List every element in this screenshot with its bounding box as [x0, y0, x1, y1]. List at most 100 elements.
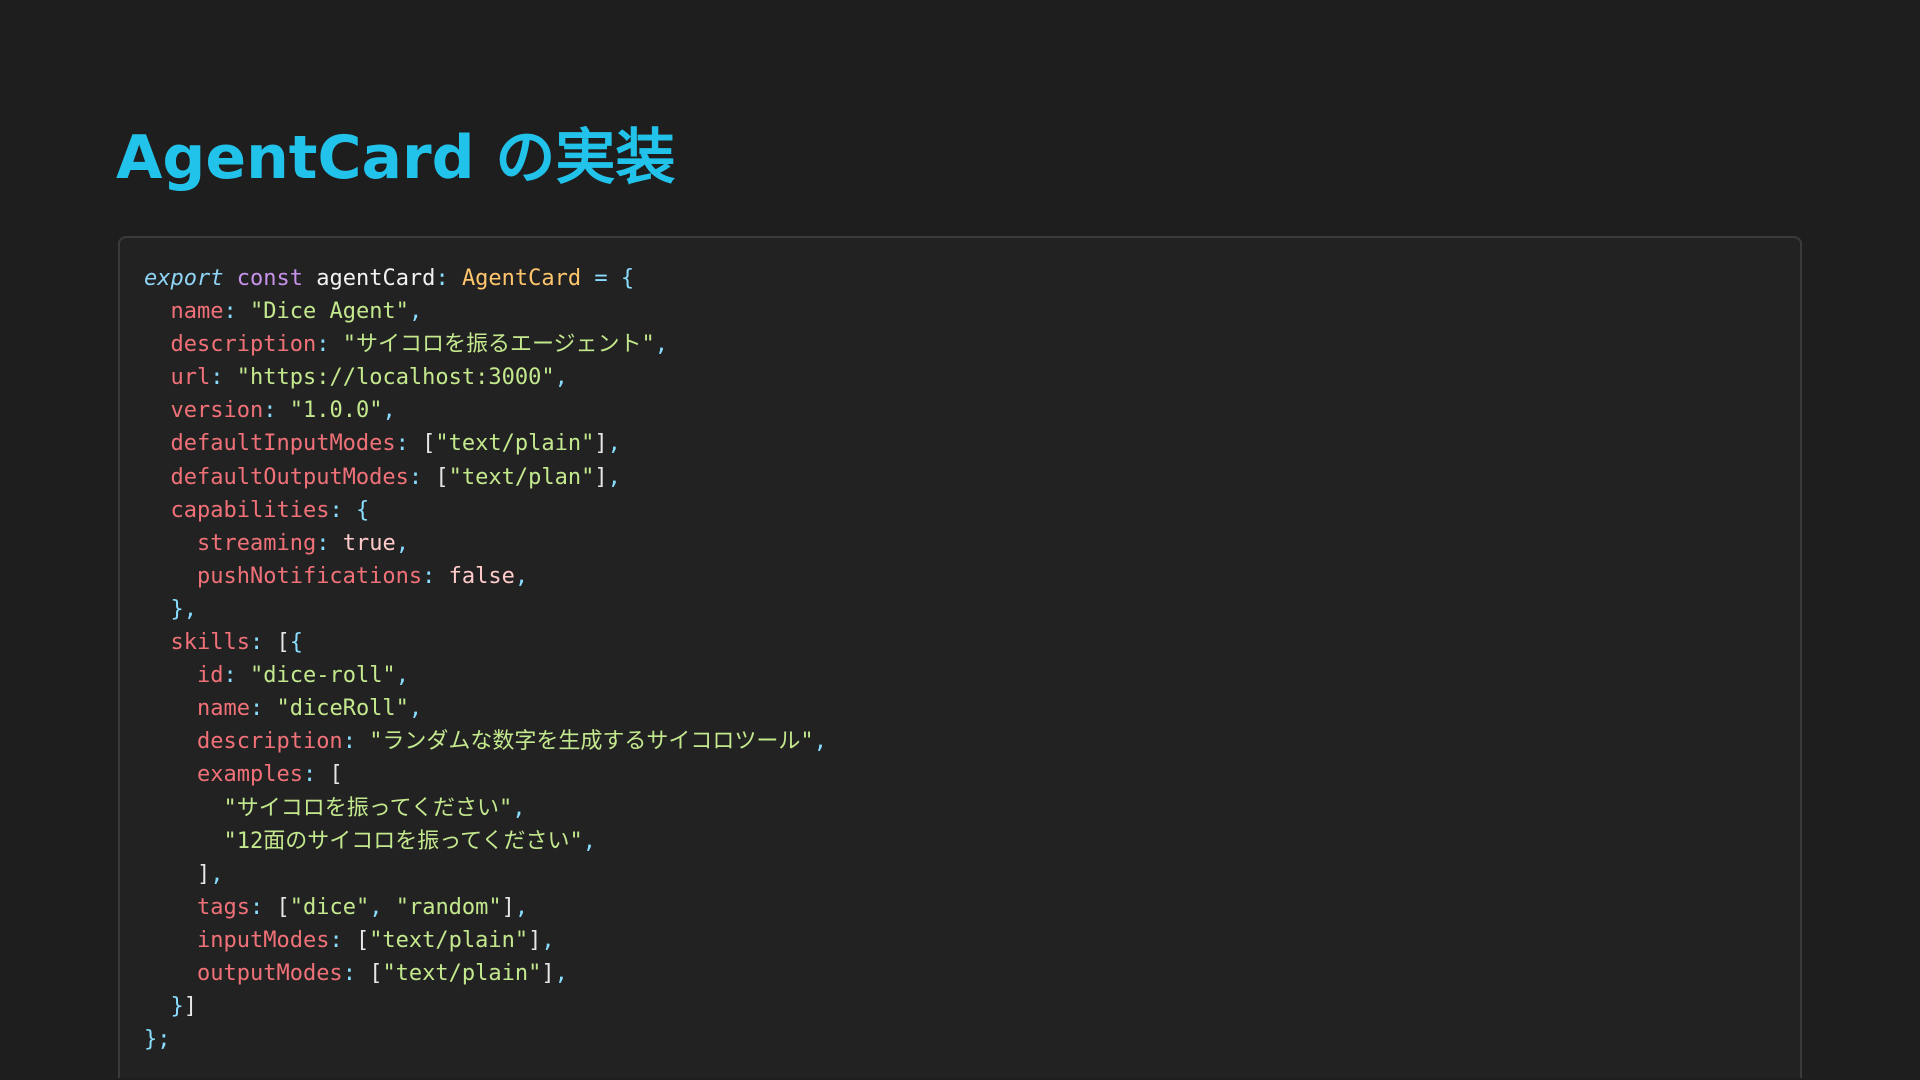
code-line: capabilities: { [144, 494, 1800, 527]
code-token: , [382, 398, 396, 424]
slide-title: AgentCard の実装 [116, 123, 676, 193]
code-token: "text/plan" [448, 464, 595, 490]
code-token: , [408, 299, 423, 325]
code-token: name [196, 696, 250, 722]
code-token: , [541, 927, 555, 953]
code-token: description [196, 729, 343, 755]
code-token: ] [594, 431, 608, 457]
code-token: export [144, 266, 224, 291]
code-line: outputModes: ["text/plain"], [144, 957, 1800, 990]
code-token: "random" [395, 894, 502, 920]
code-token: [ [329, 762, 343, 788]
code-token: , [512, 795, 526, 821]
code-token: ] [528, 927, 542, 953]
code-token: , [607, 464, 621, 490]
code-line: url: "https://localhost:3000", [144, 361, 1800, 394]
code-token: : [316, 530, 330, 556]
code-token: : [223, 299, 237, 325]
code-token: , [554, 960, 568, 986]
code-token: "サイコロを振ってください" [223, 795, 513, 821]
code-token: inputModes [196, 927, 330, 953]
code-line: }, [144, 593, 1800, 626]
code-token: [ [276, 894, 290, 920]
code-token: ] [594, 464, 608, 490]
code-token: defaultInputModes [170, 431, 396, 457]
code-token: : [395, 431, 409, 457]
code-line: inputModes: ["text/plain"], [144, 924, 1800, 957]
code-token: ] [183, 994, 197, 1020]
code-line: defaultOutputModes: ["text/plan"], [144, 461, 1800, 494]
code-token: [ [276, 630, 290, 656]
code-token: "text/plain" [435, 431, 595, 457]
code-token: : [210, 365, 224, 391]
code-token: : [302, 762, 317, 788]
code-token: ] [501, 894, 515, 920]
code-token: ] [196, 861, 211, 887]
code-token: "dice" [289, 894, 370, 920]
slide: AgentCard の実装 export const agentCard: Ag… [0, 0, 1920, 1080]
code-token: defaultOutputModes [170, 464, 409, 490]
code-token: tags [196, 894, 250, 920]
code-line: description: "サイコロを振るエージェント", [144, 328, 1800, 361]
code-line: id: "dice-roll", [144, 659, 1800, 692]
code-line: pushNotifications: false, [144, 560, 1800, 593]
code-token: , [582, 828, 596, 854]
code-token: "diceRoll" [276, 696, 409, 722]
code-token: { [620, 266, 635, 291]
code-token: , [395, 663, 409, 689]
code-token: : [422, 563, 436, 589]
code-token: description [170, 332, 317, 358]
code-token: }; [144, 1027, 171, 1053]
code-line: ], [144, 858, 1800, 891]
code-line: description: "ランダムな数字を生成するサイコロツール", [144, 725, 1800, 758]
code-token: : [263, 398, 277, 424]
code-token: { [355, 497, 370, 523]
code-block[interactable]: export const agentCard: AgentCard = { na… [118, 236, 1802, 1078]
code-token: , [554, 365, 568, 391]
code-token: : [316, 332, 330, 358]
code-token: "https://localhost:3000" [236, 365, 555, 391]
code-line: export const agentCard: AgentCard = { [144, 262, 1800, 295]
code-line: version: "1.0.0", [144, 394, 1800, 427]
code-line: defaultInputModes: ["text/plain"], [144, 427, 1800, 460]
code-line: name: "Dice Agent", [144, 295, 1800, 328]
code-token: : [329, 497, 343, 523]
code-token: false [448, 563, 515, 589]
code-token: agentCard [316, 266, 436, 291]
code-token: } [170, 994, 184, 1020]
code-token: true [342, 530, 396, 556]
code-line: tags: ["dice", "random"], [144, 891, 1800, 924]
code-token: , [210, 861, 224, 887]
code-token: , [607, 431, 621, 457]
code-token: outputModes [196, 960, 343, 986]
code-token: const [236, 266, 303, 291]
code-token: "text/plain" [369, 927, 529, 953]
code-token: [ [355, 927, 370, 953]
code-token: : [249, 894, 264, 920]
code-line: skills: [{ [144, 626, 1800, 659]
code-token: version [170, 398, 264, 424]
code-line: streaming: true, [144, 527, 1800, 560]
code-token: = [594, 266, 608, 291]
